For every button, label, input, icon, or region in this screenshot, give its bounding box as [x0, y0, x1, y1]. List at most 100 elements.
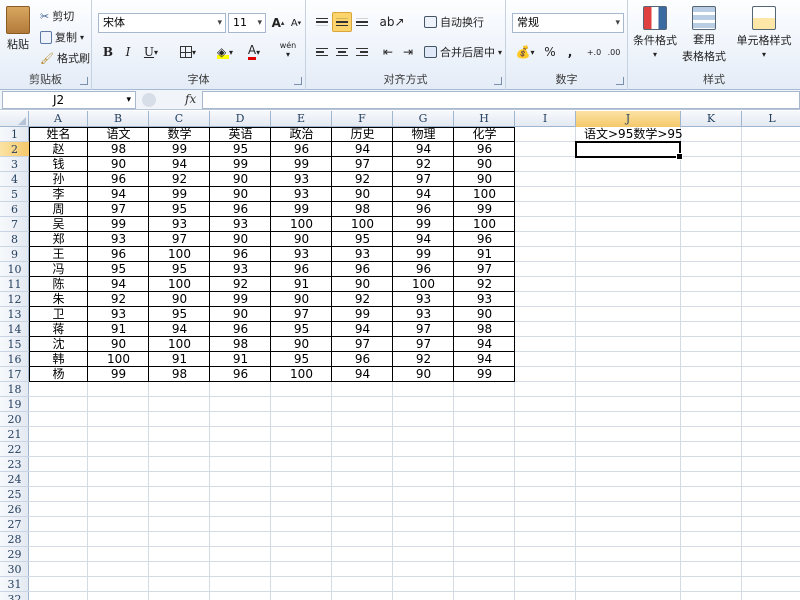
column-header-c[interactable]: C — [149, 111, 210, 127]
score-cell[interactable]: 90 — [332, 187, 393, 202]
cell-styles-button[interactable]: 单元格样式 ▾ — [730, 6, 798, 59]
score-cell[interactable]: 98 — [149, 367, 210, 382]
number-format-select[interactable]: 常规 — [512, 13, 624, 33]
score-cell[interactable]: 99 — [454, 367, 515, 382]
row-header-9[interactable]: 9 — [0, 247, 29, 262]
column-header-i[interactable]: I — [515, 111, 576, 127]
score-cell[interactable]: 97 — [454, 262, 515, 277]
row-header-25[interactable]: 25 — [0, 487, 29, 502]
row-header-11[interactable]: 11 — [0, 277, 29, 292]
score-cell[interactable]: 93 — [271, 187, 332, 202]
score-cell[interactable]: 90 — [88, 337, 149, 352]
row-header-24[interactable]: 24 — [0, 472, 29, 487]
name-cell[interactable]: 周 — [29, 202, 88, 217]
percent-button[interactable]: % — [540, 42, 560, 62]
score-cell[interactable]: 96 — [393, 202, 454, 217]
score-cell[interactable]: 97 — [393, 337, 454, 352]
score-cell[interactable]: 93 — [454, 292, 515, 307]
score-cell[interactable]: 95 — [271, 322, 332, 337]
bold-button[interactable]: B — [98, 42, 118, 62]
score-cell[interactable]: 94 — [393, 187, 454, 202]
row-header-21[interactable]: 21 — [0, 427, 29, 442]
score-cell[interactable]: 97 — [88, 202, 149, 217]
score-cell[interactable]: 96 — [271, 262, 332, 277]
score-cell[interactable]: 100 — [149, 277, 210, 292]
score-cell[interactable]: 90 — [149, 292, 210, 307]
row-header-23[interactable]: 23 — [0, 457, 29, 472]
score-cell[interactable]: 99 — [88, 367, 149, 382]
font-color-button[interactable]: A ▾ — [240, 42, 268, 62]
column-header-j[interactable]: J — [576, 111, 681, 127]
column-header-b[interactable]: B — [88, 111, 149, 127]
name-cell[interactable]: 吴 — [29, 217, 88, 232]
score-cell[interactable]: 100 — [88, 352, 149, 367]
score-cell[interactable]: 93 — [393, 307, 454, 322]
score-cell[interactable]: 96 — [454, 142, 515, 157]
row-header-12[interactable]: 12 — [0, 292, 29, 307]
score-cell[interactable]: 99 — [88, 217, 149, 232]
score-cell[interactable]: 94 — [149, 157, 210, 172]
orientation-button[interactable]: ab↗ — [378, 12, 406, 32]
score-cell[interactable]: 96 — [88, 247, 149, 262]
name-cell[interactable]: 王 — [29, 247, 88, 262]
score-cell[interactable]: 90 — [210, 307, 271, 322]
score-cell[interactable]: 93 — [332, 247, 393, 262]
row-header-4[interactable]: 4 — [0, 172, 29, 187]
cut-button[interactable]: ✂ 剪切 — [40, 8, 74, 24]
score-cell[interactable]: 92 — [454, 277, 515, 292]
increase-decimal-button[interactable]: +.0 — [584, 42, 604, 62]
score-cell[interactable]: 90 — [271, 232, 332, 247]
column-header-l[interactable]: L — [742, 111, 800, 127]
name-cell[interactable]: 赵 — [29, 142, 88, 157]
score-cell[interactable]: 93 — [393, 292, 454, 307]
header-cell[interactable]: 数学 — [149, 127, 210, 142]
score-cell[interactable]: 100 — [149, 247, 210, 262]
align-bottom-button[interactable] — [352, 12, 372, 32]
score-cell[interactable]: 99 — [149, 142, 210, 157]
clipboard-launcher-icon[interactable] — [80, 77, 88, 85]
score-cell[interactable]: 96 — [271, 142, 332, 157]
score-cell[interactable]: 94 — [454, 352, 515, 367]
score-cell[interactable]: 95 — [271, 352, 332, 367]
score-cell[interactable]: 90 — [454, 307, 515, 322]
score-cell[interactable]: 92 — [210, 277, 271, 292]
merge-center-button[interactable]: 合并后居中 ▾ — [424, 44, 502, 60]
score-cell[interactable]: 99 — [393, 217, 454, 232]
fill-color-button[interactable]: ◈ ▾ — [210, 42, 240, 62]
score-cell[interactable]: 91 — [149, 352, 210, 367]
score-cell[interactable]: 99 — [149, 187, 210, 202]
insert-function-button[interactable]: fx — [185, 92, 196, 106]
score-cell[interactable]: 90 — [393, 367, 454, 382]
row-header-32[interactable]: 32 — [0, 592, 29, 600]
score-cell[interactable]: 91 — [88, 322, 149, 337]
row-header-22[interactable]: 22 — [0, 442, 29, 457]
criteria-cell[interactable]: 语文>95数学>95 — [584, 127, 683, 142]
row-header-30[interactable]: 30 — [0, 562, 29, 577]
underline-button[interactable]: U ▾ — [138, 42, 164, 62]
name-cell[interactable]: 卫 — [29, 307, 88, 322]
row-header-10[interactable]: 10 — [0, 262, 29, 277]
header-cell[interactable]: 语文 — [88, 127, 149, 142]
score-cell[interactable]: 94 — [454, 337, 515, 352]
cancel-icon[interactable] — [142, 93, 156, 107]
score-cell[interactable]: 98 — [454, 322, 515, 337]
score-cell[interactable]: 100 — [332, 217, 393, 232]
row-header-28[interactable]: 28 — [0, 532, 29, 547]
align-center-button[interactable] — [332, 42, 352, 62]
score-cell[interactable]: 100 — [393, 277, 454, 292]
score-cell[interactable]: 96 — [210, 322, 271, 337]
score-cell[interactable]: 90 — [271, 292, 332, 307]
score-cell[interactable]: 97 — [332, 157, 393, 172]
score-cell[interactable]: 97 — [393, 322, 454, 337]
score-cell[interactable]: 100 — [271, 217, 332, 232]
score-cell[interactable]: 95 — [149, 307, 210, 322]
score-cell[interactable]: 93 — [210, 217, 271, 232]
score-cell[interactable]: 93 — [210, 262, 271, 277]
score-cell[interactable]: 96 — [210, 367, 271, 382]
decrease-indent-button[interactable]: ⇤ — [378, 42, 398, 62]
score-cell[interactable]: 92 — [88, 292, 149, 307]
score-cell[interactable]: 90 — [210, 172, 271, 187]
name-cell[interactable]: 沈 — [29, 337, 88, 352]
score-cell[interactable]: 96 — [454, 232, 515, 247]
increase-indent-button[interactable]: ⇥ — [398, 42, 418, 62]
